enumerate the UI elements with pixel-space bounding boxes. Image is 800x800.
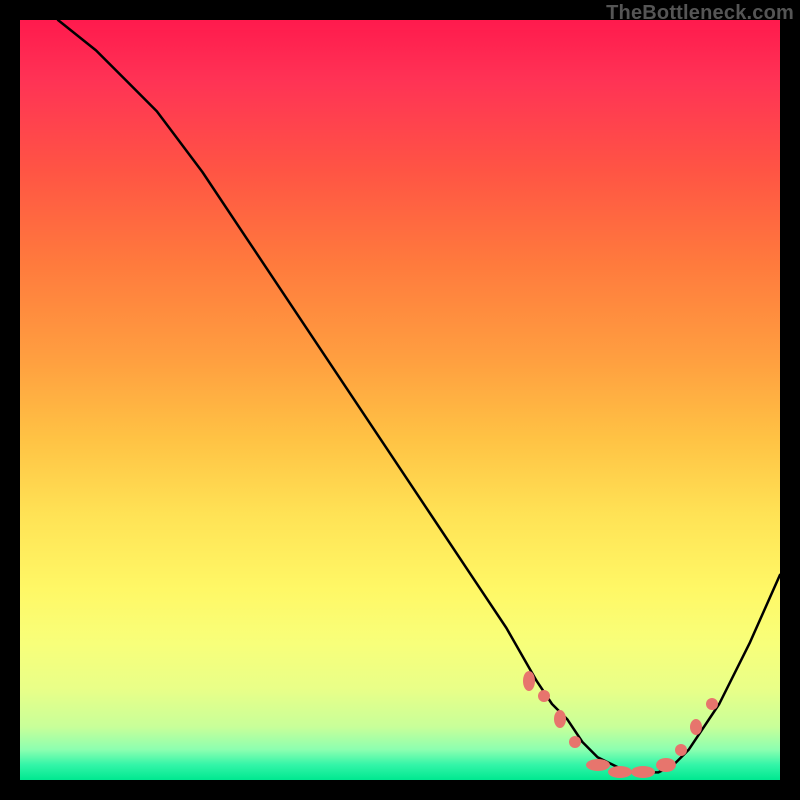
curve-marker (554, 710, 566, 728)
watermark-text: TheBottleneck.com (606, 2, 794, 25)
curve-marker (706, 698, 718, 710)
curve-marker (656, 758, 676, 772)
curve-marker (586, 759, 610, 771)
plot-gradient (20, 20, 780, 780)
curve-marker (675, 744, 687, 756)
chart-stage: TheBottleneck.com (0, 0, 800, 800)
curve-marker (569, 736, 581, 748)
